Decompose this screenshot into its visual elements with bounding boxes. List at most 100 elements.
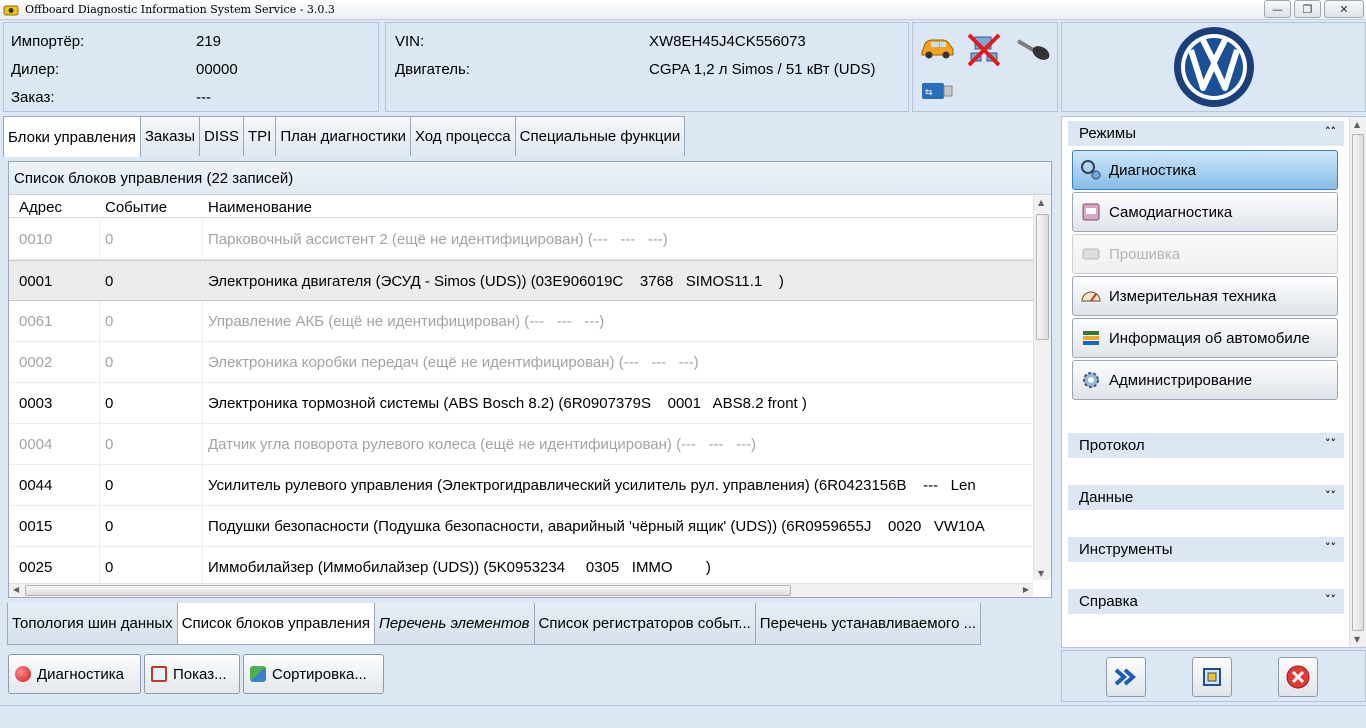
tab-control-unit-list[interactable]: Список блоков управления	[176, 603, 375, 645]
mode-vehicle-info-button[interactable]: Информация об автомобиле	[1072, 318, 1338, 358]
tab-control-units[interactable]: Блоки управления	[3, 116, 141, 157]
tab-tpi[interactable]: TPI	[243, 116, 277, 156]
exit-button[interactable]	[1278, 657, 1318, 697]
maximize-button[interactable]: ❐	[1294, 0, 1321, 18]
cell-address: 0002	[19, 354, 53, 371]
table-row[interactable]: 0015 0 Подушки безопасности (Подушка без…	[9, 506, 1033, 547]
table-row[interactable]: 0002 0 Электроника коробки передач (ещё …	[9, 342, 1033, 383]
modes-section-header[interactable]: Режимы ˄˄	[1068, 121, 1344, 146]
svg-text:⇆: ⇆	[925, 88, 933, 98]
mode-self-diagnostics-button[interactable]: Самодиагностика	[1072, 192, 1338, 232]
window-title: Offboard Diagnostic Information System S…	[25, 3, 335, 16]
stop-icon	[15, 666, 31, 682]
forward-button[interactable]	[1106, 657, 1146, 697]
cell-event: 0	[105, 559, 114, 576]
mode-administration-label: Администрирование	[1109, 371, 1253, 389]
usb-icon[interactable]: ⇆	[921, 81, 953, 101]
cell-name: Датчик угла поворота рулевого колеса (ещ…	[208, 436, 757, 453]
show-button[interactable]: Показ...	[144, 654, 240, 694]
chevron-down-icon[interactable]: ˅˅	[1325, 489, 1336, 502]
network-disconnected-icon[interactable]	[965, 31, 1003, 69]
minimize-button[interactable]: —	[1264, 0, 1291, 18]
vin-label: VIN:	[395, 33, 425, 50]
books-icon	[1083, 331, 1099, 345]
tab-element-list[interactable]: Перечень элементов	[373, 603, 535, 645]
cell-event: 0	[105, 273, 114, 290]
cell-address: 0044	[19, 477, 53, 494]
tab-bus-topology[interactable]: Топология шин данных	[7, 603, 178, 645]
scroll-up-arrow-icon[interactable]: ▲	[1354, 120, 1360, 129]
chevron-down-icon[interactable]: ˅˅	[1325, 541, 1336, 554]
cell-event: 0	[105, 395, 114, 412]
scroll-down-arrow-icon[interactable]: ▼	[1354, 635, 1360, 644]
diagnostics-action-button[interactable]: Диагностика	[8, 654, 141, 694]
tools-section-header[interactable]: Инструменты ˅˅	[1068, 537, 1344, 562]
table-row[interactable]: 0004 0 Датчик угла поворота рулевого кол…	[9, 424, 1033, 465]
sort-button[interactable]: Сортировка...	[243, 654, 384, 694]
mode-diagnostics-button[interactable]: Диагностика	[1072, 150, 1338, 190]
tab-installed-list[interactable]: Перечень устанавливаемого ...	[754, 603, 982, 645]
table-row[interactable]: 0061 0 Управление АКБ (ещё не идентифици…	[9, 301, 1033, 342]
table-row[interactable]: 0003 0 Электроника тормозной системы (AB…	[9, 383, 1033, 424]
mode-measurement-button[interactable]: Измерительная техника	[1072, 276, 1338, 316]
mode-administration-button[interactable]: Администрирование	[1072, 360, 1338, 400]
importer-label: Импортёр:	[11, 33, 85, 50]
cell-address: 0004	[19, 436, 53, 453]
list-caption: Список блоков управления (22 записей)	[9, 162, 1051, 195]
help-section-header[interactable]: Справка ˅˅	[1068, 589, 1344, 614]
table-row[interactable]: 0001 0 Электроника двигателя (ЭСУД - Sim…	[9, 260, 1033, 301]
main-tabs: Блоки управления Заказы DISS TPI План ди…	[3, 116, 686, 157]
app-icon	[3, 5, 19, 15]
tab-orders[interactable]: Заказы	[139, 116, 200, 156]
car-icon[interactable]	[919, 35, 955, 61]
modes-title: Режимы	[1079, 125, 1137, 142]
double-arrow-right-icon	[1114, 668, 1137, 686]
scroll-right-arrow-icon[interactable]: ▶	[1023, 585, 1029, 594]
cell-address: 0061	[19, 313, 53, 330]
tab-event-recorders[interactable]: Список регистраторов событ...	[533, 603, 756, 645]
right-scroll-thumb[interactable]	[1352, 134, 1364, 631]
stethoscope-icon	[1081, 160, 1101, 180]
gauge-icon	[1081, 291, 1101, 302]
list-horizontal-scrollbar[interactable]: ◀ ▶	[9, 583, 1033, 597]
tab-diagnostic-plan[interactable]: План диагностики	[275, 116, 411, 156]
scroll-left-arrow-icon[interactable]: ◀	[13, 585, 19, 594]
table-row[interactable]: 0025 0 Иммобилайзер (Иммобилайзер (UDS))…	[9, 547, 1033, 584]
mode-flashing-button[interactable]: Прошивка	[1072, 234, 1338, 274]
column-header-name[interactable]: Наименование	[208, 199, 312, 216]
tab-special-functions[interactable]: Специальные функции	[514, 116, 686, 156]
cell-name: Электроника двигателя (ЭСУД - Simos (UDS…	[208, 273, 784, 290]
table-row[interactable]: 0010 0 Парковочный ассистент 2 (ещё не и…	[9, 219, 1033, 260]
right-panel-scrollbar[interactable]: ▲ ▼	[1349, 117, 1366, 647]
show-label: Показ...	[173, 665, 227, 683]
cell-name: Парковочный ассистент 2 (ещё не идентифи…	[208, 231, 668, 248]
chevron-up-icon[interactable]: ˄˄	[1325, 125, 1336, 138]
cell-name: Электроника тормозной системы (ABS Bosch…	[208, 395, 807, 412]
data-section-header[interactable]: Данные ˅˅	[1068, 485, 1344, 510]
horizontal-scroll-thumb[interactable]	[25, 585, 791, 596]
dealer-value: 00000	[196, 61, 238, 78]
key-icon[interactable]	[1015, 35, 1051, 61]
scroll-up-arrow-icon[interactable]: ▲	[1038, 198, 1044, 207]
control-units-list: Список блоков управления (22 записей) Ад…	[8, 161, 1052, 598]
logo-panel	[1061, 22, 1366, 112]
protocol-section-header[interactable]: Протокол ˅˅	[1068, 433, 1344, 458]
tab-diss[interactable]: DISS	[199, 116, 245, 156]
chevron-down-icon[interactable]: ˅˅	[1325, 437, 1336, 450]
cell-address: 0015	[19, 518, 53, 535]
scroll-down-arrow-icon[interactable]: ▼	[1038, 569, 1044, 578]
cancel-icon	[1286, 665, 1310, 689]
chevron-down-icon[interactable]: ˅˅	[1325, 593, 1336, 606]
column-header-address[interactable]: Адрес	[19, 199, 62, 216]
cell-address: 0025	[19, 559, 53, 576]
screenshot-button[interactable]	[1192, 657, 1232, 697]
vertical-scroll-thumb[interactable]	[1036, 214, 1049, 340]
list-vertical-scrollbar[interactable]: ▲ ▼	[1033, 196, 1051, 580]
modes-panel: Режимы ˄˄ Диагностика Самодиагностика Пр…	[1061, 116, 1366, 648]
close-window-button[interactable]: ✕	[1324, 0, 1364, 18]
table-row[interactable]: 0044 0 Усилитель рулевого управления (Эл…	[9, 465, 1033, 506]
cell-address: 0010	[19, 231, 53, 248]
tab-process-flow[interactable]: Ход процесса	[409, 116, 516, 156]
column-header-event[interactable]: Событие	[105, 199, 167, 216]
cell-name: Управление АКБ (ещё не идентифицирован) …	[208, 313, 605, 330]
